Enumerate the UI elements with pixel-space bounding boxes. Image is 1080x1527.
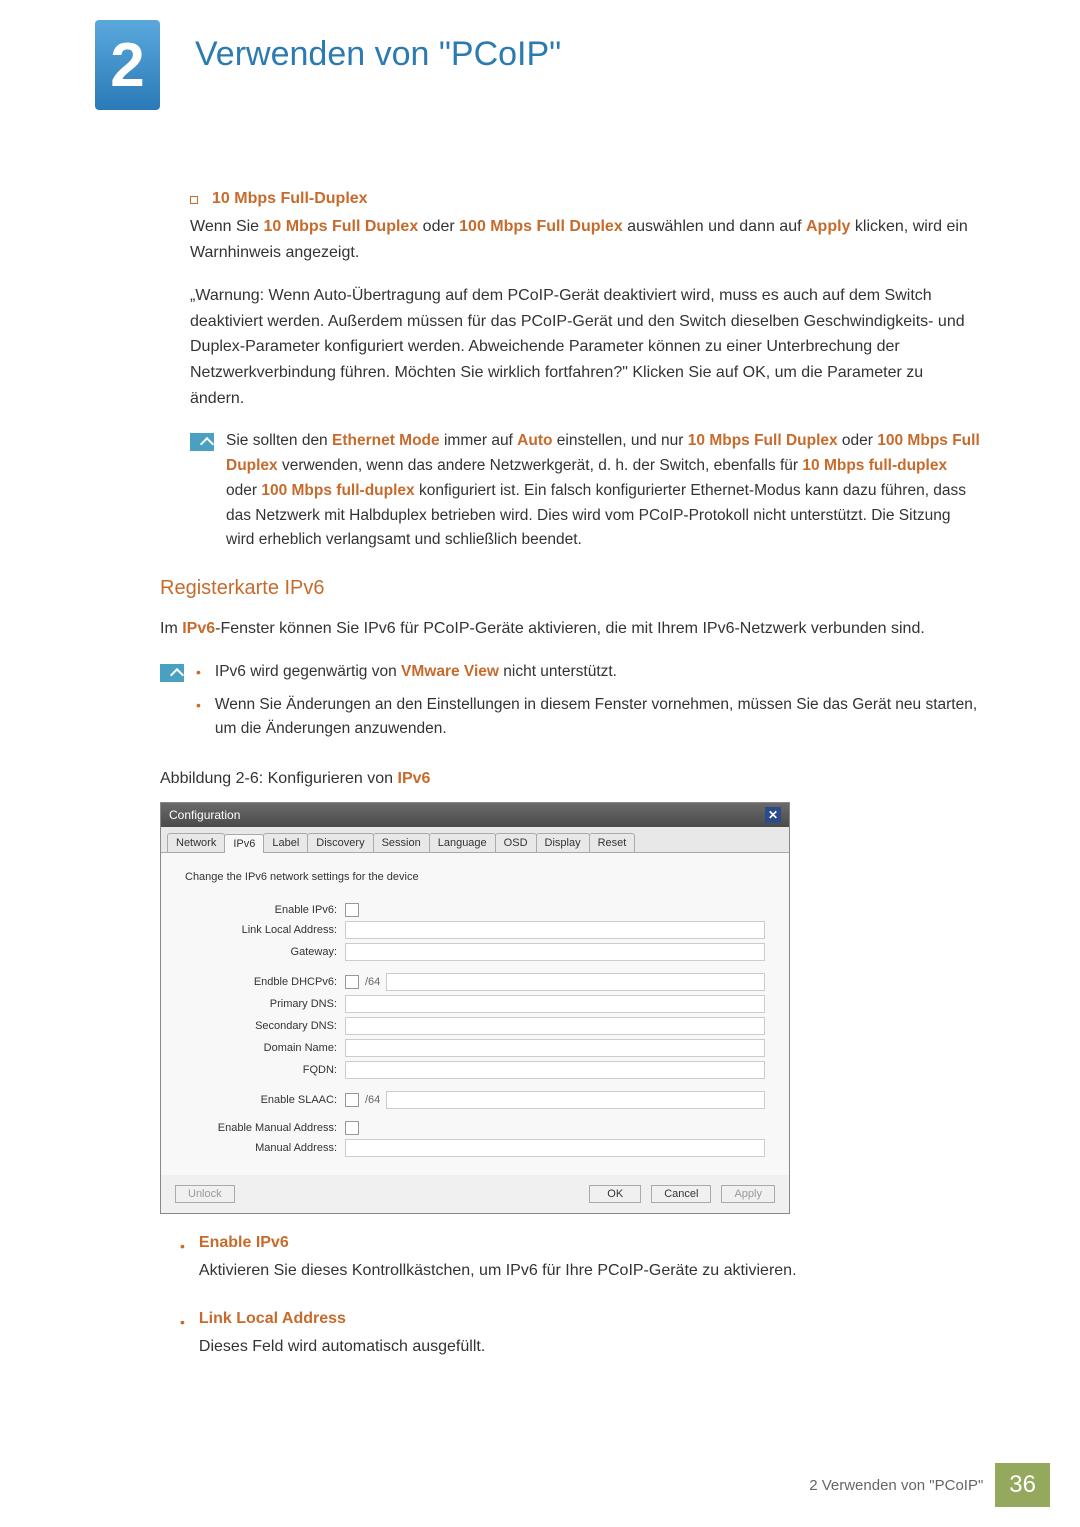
input-domain-name[interactable]: [345, 1039, 765, 1057]
unlock-button[interactable]: Unlock: [175, 1185, 235, 1203]
tab-ipv6[interactable]: IPv6: [224, 834, 264, 853]
suffix-64: /64: [359, 976, 380, 988]
dialog-button-row: Unlock OK Cancel Apply: [161, 1175, 789, 1213]
tab-session[interactable]: Session: [373, 833, 430, 852]
suffix-64: /64: [359, 1094, 380, 1106]
input-primary-dns[interactable]: [345, 995, 765, 1013]
tab-language[interactable]: Language: [429, 833, 496, 852]
cancel-button[interactable]: Cancel: [651, 1185, 711, 1203]
list-item: • Enable IPv6 Aktivieren Sie dieses Kont…: [180, 1234, 980, 1302]
input-link-local[interactable]: [345, 921, 765, 939]
tab-reset[interactable]: Reset: [589, 833, 636, 852]
dialog-body: Change the IPv6 network settings for the…: [161, 853, 789, 1175]
dialog-title-text: Configuration: [169, 808, 240, 822]
note-icon: [160, 664, 184, 682]
figure-caption: Abbildung 2-6: Konfigurieren von IPv6: [160, 770, 980, 788]
section-heading-ipv6: Registerkarte IPv6: [160, 577, 980, 600]
label-link-local: Link Local Address:: [185, 924, 345, 936]
tab-display[interactable]: Display: [536, 833, 590, 852]
field-heading: Enable IPv6: [199, 1234, 797, 1252]
input-gateway[interactable]: [345, 943, 765, 961]
checkbox-enable-slaac[interactable]: [345, 1093, 359, 1107]
dialog-titlebar: Configuration ✕: [161, 803, 789, 827]
checkbox-enable-dhcp[interactable]: [345, 975, 359, 989]
paragraph-warning: „Warnung: Wenn Auto-Übertragung auf dem …: [190, 283, 980, 411]
paragraph: Wenn Sie 10 Mbps Full Duplex oder 100 Mb…: [190, 214, 980, 265]
tab-network[interactable]: Network: [167, 833, 225, 852]
field-heading: Link Local Address: [199, 1310, 485, 1328]
list-item: • Link Local Address Dieses Feld wird au…: [180, 1310, 980, 1378]
label-enable-slaac: Enable SLAAC:: [185, 1094, 345, 1106]
dialog-description: Change the IPv6 network settings for the…: [185, 871, 765, 883]
label-secondary-dns: Secondary DNS:: [185, 1020, 345, 1032]
close-icon[interactable]: ✕: [765, 807, 781, 823]
note-block: • IPv6 wird gegenwärtig von VMware View …: [160, 660, 980, 750]
note-icon: [190, 433, 214, 451]
dot-bullet-icon: •: [196, 664, 201, 680]
list-item: • IPv6 wird gegenwärtig von VMware View …: [196, 660, 980, 685]
note-block: Sie sollten den Ethernet Mode immer auf …: [190, 429, 980, 553]
label-gateway: Gateway:: [185, 946, 345, 958]
input-secondary-dns[interactable]: [345, 1017, 765, 1035]
tab-label[interactable]: Label: [263, 833, 308, 852]
square-bullet-icon: [190, 196, 198, 204]
input-slaac[interactable]: [386, 1091, 765, 1109]
field-desc: Dieses Feld wird automatisch ausgefüllt.: [199, 1334, 485, 1360]
dot-bullet-icon: •: [196, 697, 201, 713]
field-desc: Aktivieren Sie dieses Kontrollkästchen, …: [199, 1258, 797, 1284]
footer-page-number: 36: [995, 1463, 1050, 1507]
label-enable-manual: Enable Manual Address:: [185, 1122, 345, 1134]
checkbox-enable-manual[interactable]: [345, 1121, 359, 1135]
label-primary-dns: Primary DNS:: [185, 998, 345, 1010]
chapter-number-badge: 2: [95, 20, 160, 110]
dot-bullet-icon: •: [180, 1314, 185, 1330]
dialog-tabs: Network IPv6 Label Discovery Session Lan…: [161, 827, 789, 853]
input-manual-addr[interactable]: [345, 1139, 765, 1157]
input-dhcp[interactable]: [386, 973, 765, 991]
apply-button[interactable]: Apply: [721, 1185, 775, 1203]
page-footer: 2 Verwenden von "PCoIP" 36: [809, 1463, 1050, 1507]
tab-osd[interactable]: OSD: [495, 833, 537, 852]
dot-bullet-icon: •: [180, 1238, 185, 1254]
config-dialog: Configuration ✕ Network IPv6 Label Disco…: [160, 802, 790, 1214]
paragraph: Im IPv6-Fenster können Sie IPv6 für PCoI…: [160, 616, 980, 642]
label-enable-ipv6: Enable IPv6:: [185, 904, 345, 916]
tab-discovery[interactable]: Discovery: [307, 833, 373, 852]
label-manual-addr: Manual Address:: [185, 1142, 345, 1154]
label-domain-name: Domain Name:: [185, 1042, 345, 1054]
list-item: • Wenn Sie Änderungen an den Einstellung…: [196, 693, 980, 743]
note-text: Sie sollten den Ethernet Mode immer auf …: [226, 429, 980, 553]
page-content: 10 Mbps Full-Duplex Wenn Sie 10 Mbps Ful…: [160, 190, 980, 1385]
footer-chapter-text: 2 Verwenden von "PCoIP": [809, 1477, 983, 1494]
label-enable-dhcp: Endble DHCPv6:: [185, 976, 345, 988]
ok-button[interactable]: OK: [589, 1185, 641, 1203]
label-fqdn: FQDN:: [185, 1064, 345, 1076]
checkbox-enable-ipv6[interactable]: [345, 903, 359, 917]
input-fqdn[interactable]: [345, 1061, 765, 1079]
subsection-heading: 10 Mbps Full-Duplex: [212, 190, 368, 208]
chapter-title: Verwenden von "PCoIP": [195, 35, 561, 74]
